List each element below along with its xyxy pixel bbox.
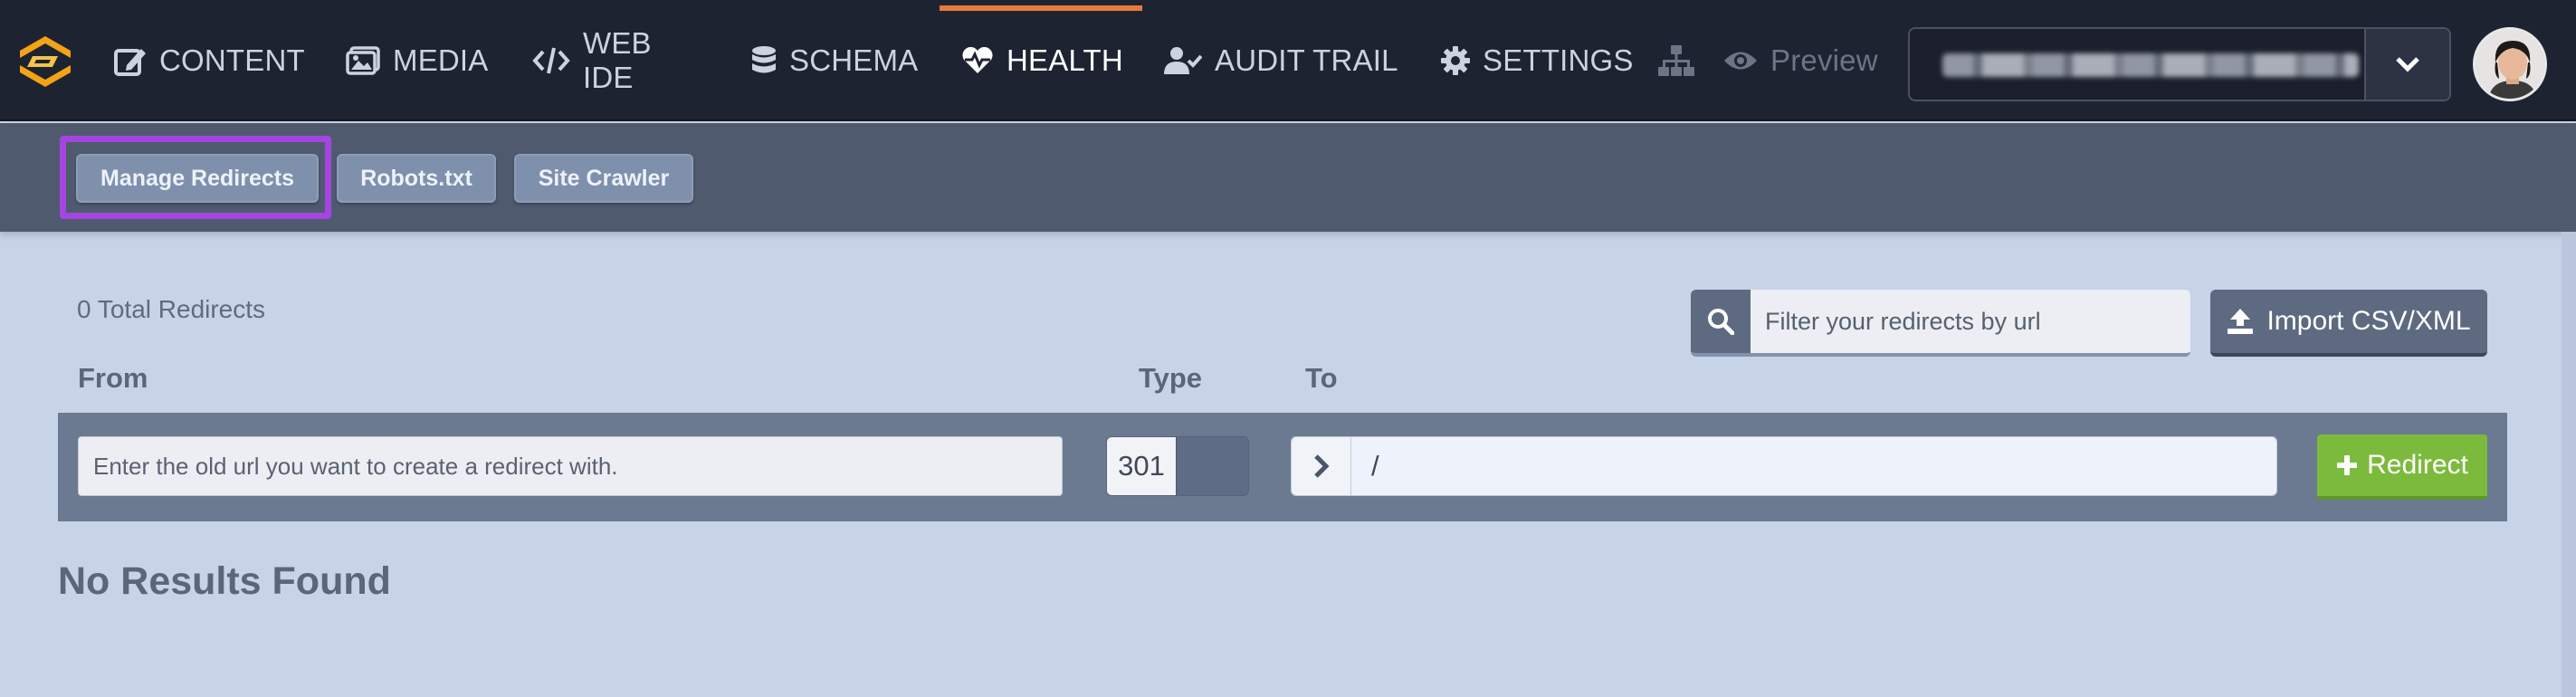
redirect-type-value: 301	[1107, 437, 1176, 495]
to-url-input[interactable]	[1351, 437, 2276, 495]
nav-audit-trail[interactable]: AUDIT TRAIL	[1164, 0, 1398, 121]
nav-audit-trail-label: AUDIT TRAIL	[1215, 43, 1398, 77]
eye-icon	[1724, 52, 1757, 70]
nav-schema-label: SCHEMA	[789, 43, 919, 77]
scrollbar-track[interactable]	[2562, 232, 2576, 697]
from-url-input[interactable]	[78, 436, 1063, 496]
edit-icon	[114, 49, 146, 76]
user-check-icon	[1164, 47, 1202, 74]
manage-redirects-button[interactable]: Manage Redirects	[76, 154, 319, 203]
gear-icon	[1441, 46, 1470, 75]
search-icon[interactable]	[1691, 290, 1751, 353]
filter-input[interactable]	[1751, 290, 2190, 353]
nav-media[interactable]: MEDIA	[346, 0, 489, 121]
app-logo[interactable]	[16, 33, 74, 91]
to-url-field	[1291, 436, 2277, 496]
to-column-label: To	[1305, 362, 1338, 394]
add-redirect-label: Redirect	[2367, 450, 2468, 480]
user-avatar[interactable]	[2473, 27, 2547, 101]
nav-schema[interactable]: SCHEMA	[751, 0, 918, 121]
instance-name-redacted	[1942, 53, 2359, 77]
nav-content[interactable]: CONTENT	[114, 0, 305, 121]
nav-settings-label: SETTINGS	[1483, 43, 1634, 77]
import-label: Import CSV/XML	[2266, 306, 2471, 336]
nav-media-label: MEDIA	[393, 43, 489, 77]
sitemap-icon	[1658, 45, 1694, 76]
total-redirects-count: 0 Total Redirects	[77, 295, 266, 323]
robots-txt-button[interactable]: Robots.txt	[337, 154, 496, 203]
redirect-filter	[1691, 290, 2190, 357]
plus-icon	[2337, 455, 2358, 475]
chevron-down-icon	[2396, 57, 2419, 72]
nav-preview-label: Preview	[1770, 43, 1878, 77]
health-subnav: Manage Redirects Robots.txt Site Crawler	[0, 123, 2576, 232]
code-icon	[532, 47, 570, 74]
redirect-type-toggle[interactable]	[1176, 437, 1248, 495]
chevron-right-icon	[1292, 437, 1351, 495]
upload-icon	[2228, 309, 2254, 334]
import-csv-xml-button[interactable]: Import CSV/XML	[2210, 290, 2487, 357]
site-crawler-button[interactable]: Site Crawler	[514, 154, 693, 203]
nav-health[interactable]: HEALTH	[961, 0, 1123, 121]
nav-content-label: CONTENT	[159, 43, 305, 77]
top-navigation: CONTENT MEDIA WEB IDE SCHEMA HEALTH AUDI…	[0, 0, 2576, 121]
nav-health-label: HEALTH	[1007, 43, 1123, 77]
instance-dropdown-toggle[interactable]	[2364, 29, 2449, 100]
heartbeat-icon	[962, 46, 993, 73]
no-results-message: No Results Found	[58, 559, 391, 603]
from-column-label: From	[78, 362, 148, 394]
nav-settings[interactable]: SETTINGS	[1441, 0, 1634, 121]
nav-web-ide-label: WEB IDE	[583, 26, 652, 94]
instance-selector[interactable]	[1908, 27, 2451, 101]
nav-preview[interactable]: Preview	[1723, 0, 1878, 121]
nav-web-ide[interactable]: WEB IDE	[532, 0, 652, 121]
create-redirect-row: 301 Redirect	[58, 413, 2507, 521]
type-column-label: Type	[1139, 362, 1203, 394]
database-icon	[752, 46, 776, 73]
add-redirect-button[interactable]: Redirect	[2317, 434, 2487, 500]
sitemap-button[interactable]	[1658, 0, 1694, 121]
redirect-type-selector[interactable]: 301	[1106, 436, 1249, 496]
images-icon	[346, 46, 380, 75]
